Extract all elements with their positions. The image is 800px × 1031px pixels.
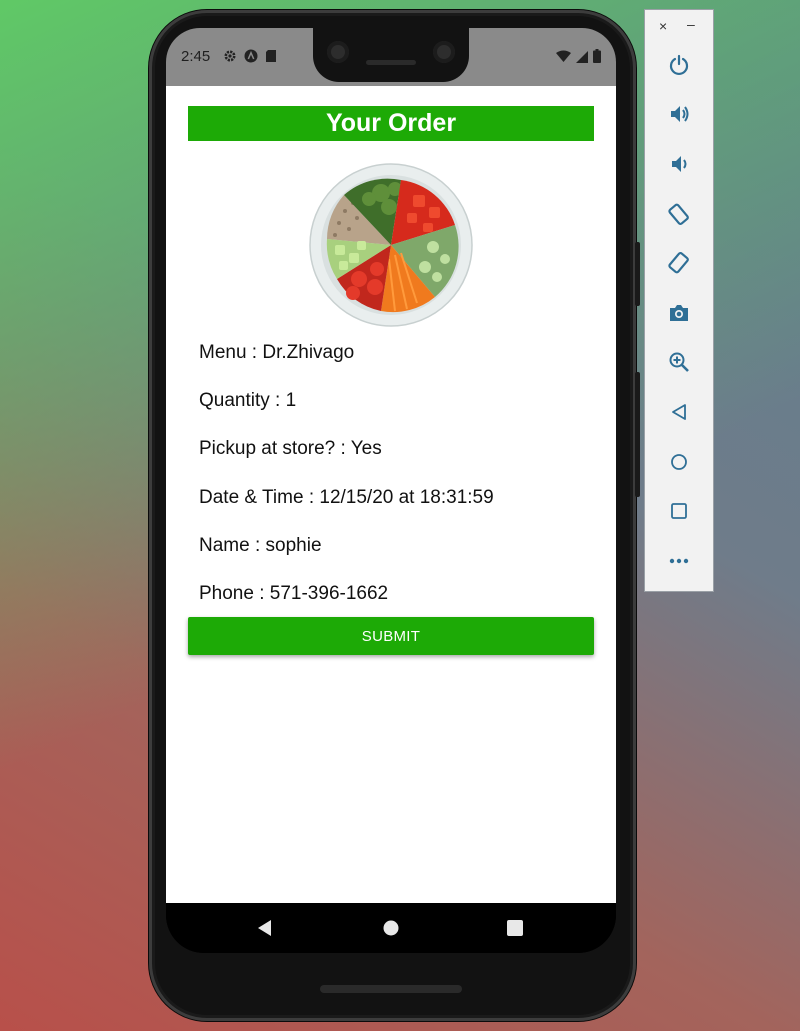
- power-icon[interactable]: [665, 51, 693, 79]
- home-icon[interactable]: [380, 917, 402, 939]
- order-screen: Your Order Menu: Dr.Zhivago Quantity: …: [166, 86, 616, 903]
- rotate-left-icon[interactable]: [665, 200, 693, 228]
- front-sensor: [433, 41, 455, 63]
- volume-down-icon[interactable]: [665, 150, 693, 178]
- minimize-icon[interactable]: –: [687, 16, 695, 32]
- datetime-detail: Date & Time : 12/15/20 at 18:31:59: [199, 487, 494, 508]
- status-icons-right: [556, 49, 601, 68]
- wifi-icon: [556, 50, 571, 68]
- gear-icon: [223, 49, 237, 68]
- bottom-speaker: [320, 985, 462, 993]
- rotate-right-icon[interactable]: [665, 249, 693, 277]
- status-time: 2:45: [181, 48, 211, 65]
- camera-icon[interactable]: [665, 299, 693, 327]
- earpiece-speaker: [366, 60, 416, 65]
- a-icon: [244, 49, 258, 68]
- quantity-detail: Quantity : 1: [199, 390, 297, 411]
- volume-up-icon[interactable]: [665, 100, 693, 128]
- signal-icon: [576, 50, 588, 68]
- sd-card-icon: [265, 49, 277, 68]
- battery-icon: [593, 49, 601, 68]
- page-title: Your Order: [188, 106, 594, 141]
- emulator-window-controls: × –: [645, 16, 713, 36]
- back-icon[interactable]: [665, 398, 693, 426]
- phone-screen: 2:45 Your Order Menu: Dr.Zhivago Quanti…: [166, 28, 616, 953]
- overview-icon[interactable]: [665, 497, 693, 525]
- status-icons-left: [223, 49, 277, 68]
- emulator-toolbar: × –: [644, 9, 714, 592]
- recents-icon[interactable]: [504, 917, 526, 939]
- phone-power-button: [635, 242, 640, 306]
- front-camera: [327, 41, 349, 63]
- salad-bowl-image: [309, 163, 473, 327]
- phone-detail: Phone : 571-396-1662: [199, 583, 389, 604]
- more-icon[interactable]: [665, 547, 693, 575]
- navigation-bar: [166, 903, 616, 953]
- menu-detail: Menu : Dr.Zhivago: [199, 342, 355, 363]
- close-icon[interactable]: ×: [659, 18, 667, 34]
- pickup-detail: Pickup at store? : Yes: [199, 438, 382, 459]
- zoom-icon[interactable]: [665, 348, 693, 376]
- camera-notch: [313, 28, 469, 82]
- home-icon[interactable]: [665, 448, 693, 476]
- name-detail: Name : sophie: [199, 535, 322, 556]
- back-icon[interactable]: [254, 917, 276, 939]
- submit-button[interactable]: SUBMIT: [188, 617, 594, 655]
- phone-volume-button: [635, 372, 640, 497]
